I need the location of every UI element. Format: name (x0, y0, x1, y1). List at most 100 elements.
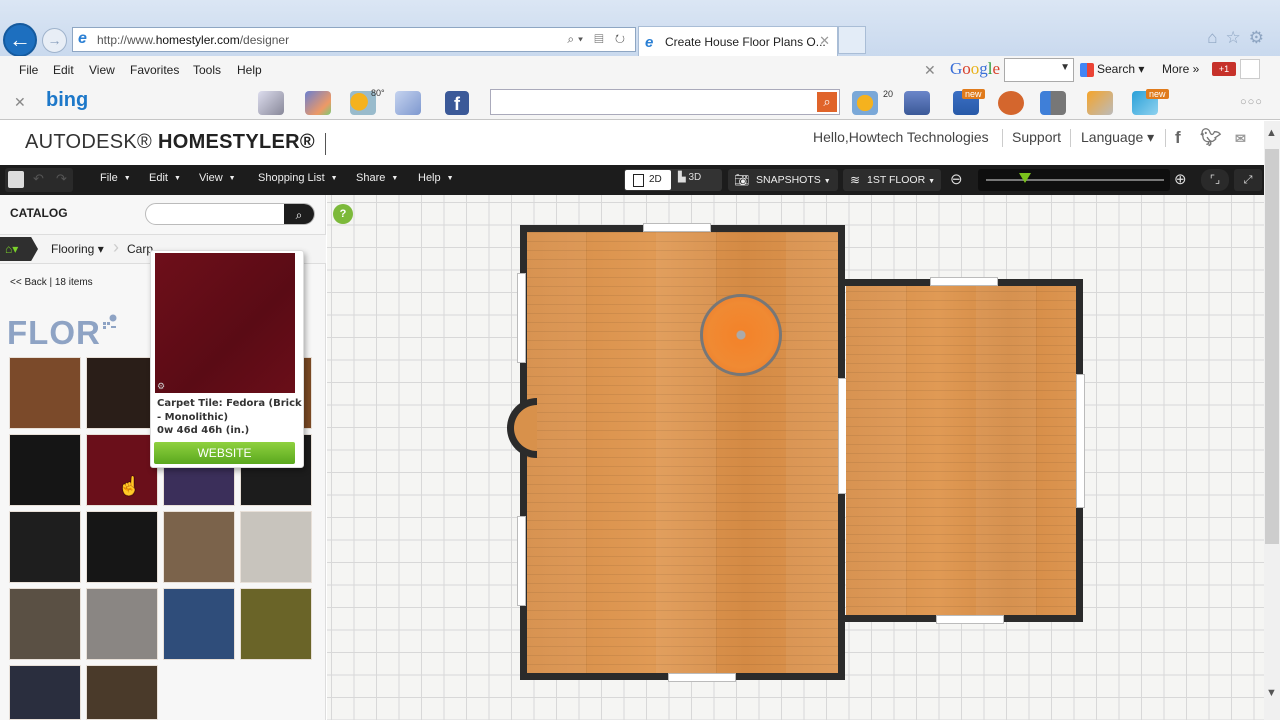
page-scrollbar[interactable]: ▲ ▼ (1264, 121, 1280, 720)
browser-tab[interactable]: e Create House Floor Plans O... ✕ (638, 26, 838, 56)
swatch-black-textured-carpet[interactable] (9, 511, 81, 583)
gplus-button[interactable]: +1 (1212, 62, 1236, 76)
app-s-icon[interactable] (998, 91, 1024, 115)
swatch-taupe-carpet[interactable] (163, 511, 235, 583)
video-icon[interactable] (1040, 91, 1066, 115)
forward-button[interactable]: → (42, 28, 67, 53)
twitter-icon[interactable]: 🐦︎ (1200, 128, 1222, 148)
toolbar-menu-help[interactable]: Help ▼ (418, 172, 454, 184)
spiral-staircase[interactable] (700, 294, 782, 376)
redo-icon[interactable]: ↷ (56, 171, 67, 187)
new-tab-button[interactable] (838, 26, 866, 54)
menu-tools[interactable]: Tools (193, 63, 221, 77)
browser-actions[interactable]: ⌂☆⚙ (1207, 28, 1272, 48)
bing-close-icon[interactable]: ✕ (14, 94, 26, 111)
support-link[interactable]: Support (1012, 129, 1061, 145)
homestyler-logo[interactable]: AUTODESK® HOMESTYLER® (25, 131, 315, 154)
address-bar[interactable]: e http://www.homestyler.com/designer ⌕▾ … (72, 27, 636, 52)
swatch-black-plain-carpet[interactable] (86, 511, 158, 583)
room-2-floor[interactable] (846, 286, 1077, 616)
dropdown-arrow-icon[interactable]: ▼ (1060, 62, 1070, 73)
search-icon[interactable]: ⌕ (284, 204, 314, 224)
swatch-brown-carpet[interactable] (9, 357, 81, 429)
toolbar-menu-view[interactable]: View ▼ (199, 172, 236, 184)
window[interactable] (930, 277, 998, 286)
swatch-black-carpet[interactable] (9, 434, 81, 506)
facebook-share-icon[interactable]: f (1175, 128, 1181, 148)
swatch-navy-stripe-carpet[interactable] (9, 665, 81, 720)
toolbar-menu-shopping-list[interactable]: Shopping List ▼ (258, 172, 338, 184)
zoom-slider-thumb[interactable] (1019, 173, 1032, 183)
window[interactable] (517, 273, 526, 363)
email-icon[interactable]: ✉ (1235, 131, 1246, 147)
swatch-zebra-carpet[interactable] (240, 511, 312, 583)
close-tab-icon[interactable]: ✕ (819, 33, 830, 49)
menu-edit[interactable]: Edit (53, 63, 74, 77)
help-button[interactable]: ? (333, 204, 353, 224)
back-button[interactable]: ← (3, 23, 37, 57)
menu-view[interactable]: View (89, 63, 115, 77)
swatch-plaid-carpet[interactable] (9, 588, 81, 660)
toolbar-menu-file[interactable]: File ▼ (100, 172, 131, 184)
website-button[interactable]: WEBSITE (154, 442, 295, 464)
window[interactable] (936, 615, 1004, 624)
undo-icon[interactable]: ↶ (33, 171, 44, 187)
product-info-icon[interactable]: ⚙ (157, 381, 165, 392)
toolbar-menu-share[interactable]: Share ▼ (356, 172, 398, 184)
window[interactable] (668, 673, 736, 682)
bing-logo: bing (46, 89, 89, 111)
save-icon[interactable] (8, 171, 24, 188)
bing-search-input[interactable]: ⌕ (490, 89, 840, 115)
swatch-dark-brown-carpet[interactable] (86, 357, 158, 429)
fit-view-icon[interactable]: ⌜⌟ (1201, 169, 1229, 191)
user-greeting[interactable]: Hello,Howtech Technologies (813, 129, 989, 145)
menu-file[interactable]: File (19, 63, 38, 77)
toolbar-overflow-icon[interactable]: ○○○ (1240, 96, 1263, 108)
news-icon[interactable] (258, 91, 284, 115)
swatch-blue-carpet[interactable] (163, 588, 235, 660)
google-toolbar-close-icon[interactable]: ✕ (924, 62, 936, 79)
google-more-button[interactable]: More » (1162, 62, 1199, 76)
home-icon[interactable]: ⌂ (1207, 28, 1225, 47)
view-2d-button[interactable]: 2D (625, 170, 671, 190)
facebook-icon[interactable]: f (445, 91, 469, 115)
like-icon[interactable] (904, 91, 930, 115)
swatch-olive-stripe-carpet[interactable] (240, 588, 312, 660)
swatch-floral-carpet[interactable] (86, 588, 158, 660)
scroll-up-icon[interactable]: ▲ (1266, 127, 1277, 139)
hand-cursor-icon: ☝ (118, 476, 141, 496)
catalog-search-input[interactable]: ⌕ (145, 203, 315, 225)
breadcrumb-flooring[interactable]: Flooring ▾ (51, 242, 104, 256)
zoom-out-icon[interactable]: ⊖ (950, 170, 963, 188)
catalog-back-link[interactable]: << Back | 18 items (10, 277, 93, 288)
address-tools-icons[interactable]: ⌕▾ ▤ ↻ (567, 32, 629, 47)
window[interactable] (1076, 374, 1085, 508)
zoom-in-icon[interactable]: ⊕ (1174, 170, 1187, 188)
scroll-down-icon[interactable]: ▼ (1266, 687, 1277, 699)
window[interactable] (517, 516, 526, 606)
swatch-beige-block-carpet[interactable] (86, 665, 158, 720)
google-search-button[interactable]: Search ▾ (1080, 62, 1144, 77)
snapshots-dropdown[interactable]: 📷︎ SNAPSHOTS ▼ (728, 169, 838, 191)
floor-dropdown[interactable]: ≋ 1ST FLOOR ▼ (843, 169, 941, 191)
toolbar-menu-edit[interactable]: Edit ▼ (149, 172, 181, 184)
product-image (155, 253, 295, 393)
favorites-star-icon[interactable]: ☆ (1226, 28, 1249, 47)
window[interactable] (643, 223, 711, 232)
cards-icon[interactable] (1087, 91, 1113, 115)
fullscreen-icon[interactable]: ⤢ (1234, 169, 1262, 191)
language-dropdown[interactable]: Language ▾ (1081, 129, 1154, 146)
menu-help[interactable]: Help (237, 63, 262, 77)
mail-icon[interactable] (395, 91, 421, 115)
catalog-title: CATALOG (10, 206, 68, 220)
scrollbar-thumb[interactable] (1265, 149, 1279, 544)
sun-icon[interactable] (852, 91, 878, 115)
menu-favorites[interactable]: Favorites (130, 63, 179, 77)
maps-icon[interactable] (305, 91, 331, 115)
gear-icon[interactable]: ⚙ (1249, 28, 1272, 47)
google-search-input[interactable]: ▼ (1004, 58, 1074, 82)
room-1-floor[interactable] (526, 231, 839, 674)
view-3d-button[interactable]: ▙ 3D (678, 172, 701, 183)
catalog-home-button[interactable]: ⌂▾ (0, 237, 38, 261)
bing-search-icon[interactable]: ⌕ (817, 92, 837, 112)
